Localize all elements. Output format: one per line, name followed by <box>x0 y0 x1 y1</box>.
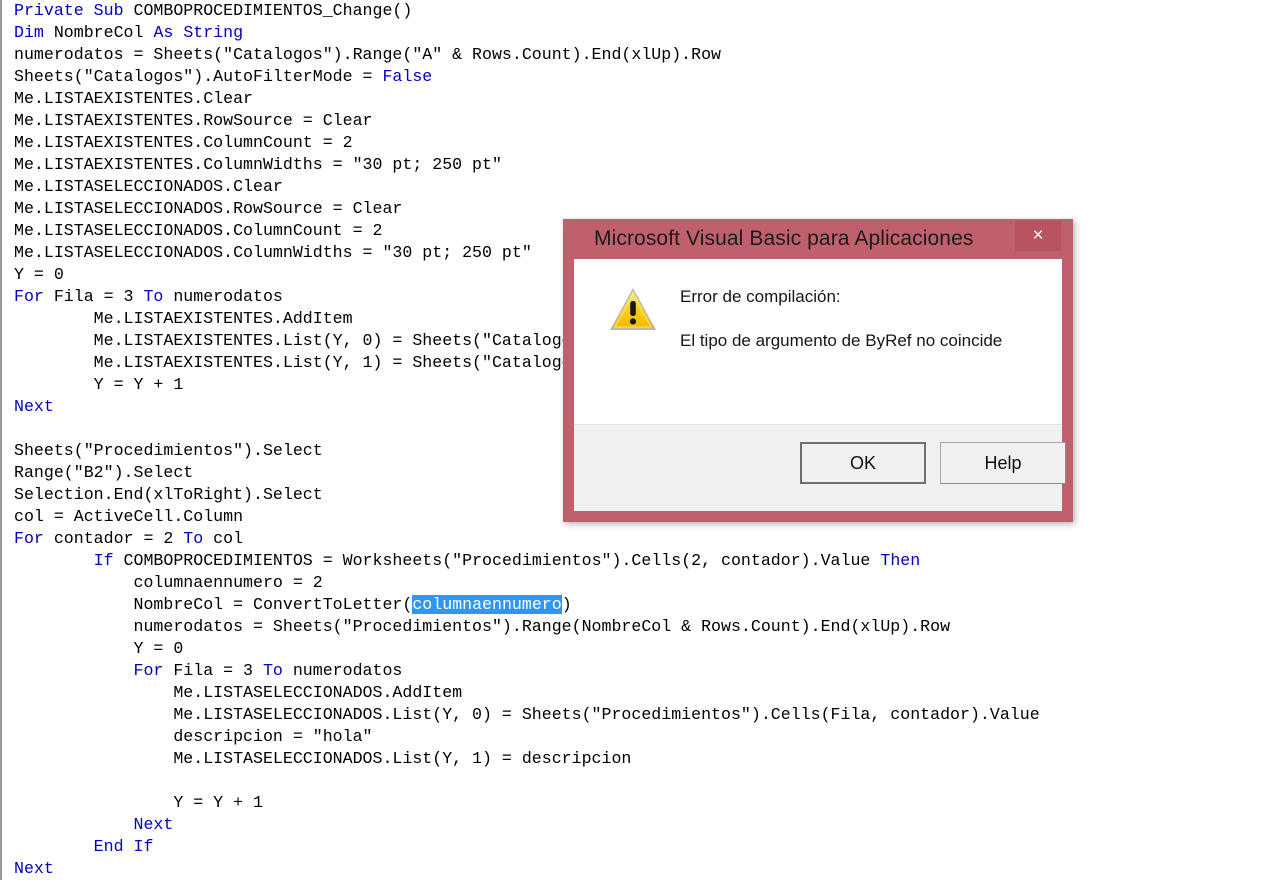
dialog-body: Error de compilación: El tipo de argumen… <box>574 259 1066 511</box>
code-line: Y = Y + 1 <box>14 793 263 812</box>
code-line: Me.LISTAEXISTENTES.RowSource = Clear <box>14 111 373 130</box>
help-button[interactable]: Help <box>940 442 1066 484</box>
code-line: For Fila = 3 To numerodatos <box>133 661 403 680</box>
warning-triangle-icon <box>610 288 656 330</box>
code-line: numerodatos = Sheets("Catalogos").Range(… <box>14 45 722 64</box>
close-icon[interactable]: × <box>1015 221 1061 251</box>
code-line: Me.LISTAEXISTENTES.ColumnWidths = "30 pt… <box>14 155 502 174</box>
code-line: If COMBOPROCEDIMIENTOS = Worksheets("Pro… <box>93 551 921 570</box>
dialog-titlebar[interactable]: Microsoft Visual Basic para Aplicaciones… <box>563 219 1073 259</box>
dialog-message-area: Error de compilación: El tipo de argumen… <box>574 259 1062 424</box>
code-line: columnaennumero = 2 <box>14 573 323 592</box>
code-line: Me.LISTAEXISTENTES.ColumnCount = 2 <box>14 133 353 152</box>
code-line: Me.LISTASELECCIONADOS.RowSource = Clear <box>14 199 403 218</box>
ok-button[interactable]: OK <box>800 442 926 484</box>
dialog-message-text: Error de compilación: El tipo de argumen… <box>680 287 1002 351</box>
error-detail: El tipo de argumento de ByRef no coincid… <box>680 331 1003 350</box>
dialog-title: Microsoft Visual Basic para Aplicaciones <box>594 227 974 250</box>
code-line: For contador = 2 To col <box>14 529 244 548</box>
code-line: Me.LISTASELECCIONADOS.List(Y, 1) = descr… <box>14 749 632 768</box>
code-line: descripcion = "hola" <box>14 727 373 746</box>
code-line: Sheets("Catalogos").AutoFilterMode = Fal… <box>14 67 433 86</box>
compile-error-dialog: Microsoft Visual Basic para Aplicaciones… <box>563 219 1073 522</box>
selected-token[interactable]: columnaennumero <box>412 595 562 614</box>
code-line: Next <box>14 859 54 878</box>
code-line: numerodatos = Sheets("Procedimientos").R… <box>14 617 951 636</box>
code-line: Next <box>133 815 174 834</box>
code-line: End If <box>93 837 154 856</box>
code-line: Dim NombreCol As String <box>14 23 244 42</box>
code-line: Me.LISTASELECCIONADOS.AddItem <box>14 683 463 702</box>
code-line: Y = 0 <box>14 639 184 658</box>
code-line: Me.LISTAEXISTENTES.Clear <box>14 89 253 108</box>
code-line: Me.LISTASELECCIONADOS.Clear <box>14 177 283 196</box>
dialog-button-bar: OK Help <box>574 424 1066 511</box>
code-line: NombreCol = ConvertToLetter(columnaennum… <box>14 595 572 614</box>
code-line: Me.LISTASELECCIONADOS.List(Y, 0) = Sheet… <box>14 705 1040 724</box>
code-line: Private Sub COMBOPROCEDIMIENTOS_Change() <box>14 1 413 20</box>
error-heading: Error de compilación: <box>680 287 841 306</box>
